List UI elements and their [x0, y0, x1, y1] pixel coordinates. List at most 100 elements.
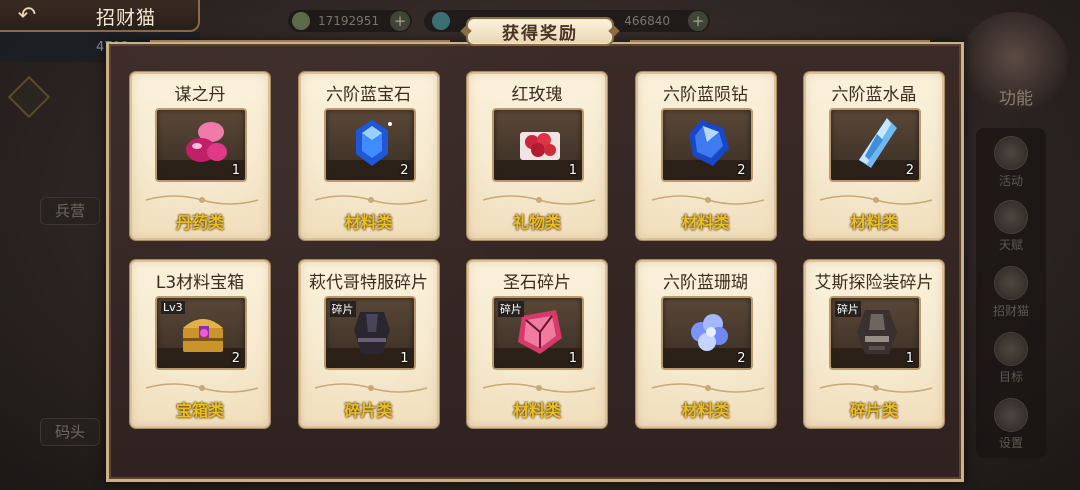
reward-category: 材料类 — [344, 213, 393, 232]
fragment-badge: Lv3 — [161, 301, 185, 314]
reward-name: 圣石碎片 — [503, 273, 571, 293]
ornament-divider-icon — [482, 383, 596, 393]
menu-item-label: 活动 — [998, 174, 1023, 188]
reward-item-slot[interactable]: 碎片 1 — [829, 296, 921, 370]
reward-name: 艾斯探险装碎片 — [814, 273, 934, 293]
reward-quantity: 1 — [400, 351, 409, 366]
reward-card[interactable]: L3材料宝箱 Lv3 2 宝箱类 — [130, 260, 270, 428]
red-rose-icon — [510, 114, 570, 172]
menu-item-label: 设置 — [998, 436, 1023, 450]
modal-title: 获得奖励 — [502, 24, 578, 44]
menu-item-lucky-cat[interactable]: 招财猫 — [982, 266, 1040, 319]
reward-category: 材料类 — [681, 213, 730, 232]
reward-quantity: 2 — [737, 351, 746, 366]
menu-item-activity[interactable]: 活动 — [982, 136, 1040, 189]
reward-item-slot[interactable]: 2 — [660, 296, 753, 370]
ornament-divider-icon — [651, 383, 764, 393]
back-button[interactable]: ↶ — [6, 2, 48, 28]
coral-icon — [679, 302, 739, 360]
ornament-divider-icon — [145, 383, 259, 393]
ornament-divider-icon — [482, 195, 596, 205]
reward-item-slot[interactable]: 1 — [155, 108, 247, 182]
reward-quantity: 2 — [231, 351, 240, 366]
reward-quantity: 2 — [737, 163, 746, 178]
fragment-badge: 碎片 — [329, 301, 356, 317]
reward-name: 六阶蓝宝石 — [326, 85, 411, 105]
title-divider-left — [150, 40, 450, 42]
reward-card[interactable]: 萩代哥特服碎片 碎片 1 碎片类 — [298, 260, 439, 428]
ornament-divider-icon — [819, 383, 933, 393]
reward-quantity: 1 — [905, 351, 914, 366]
reward-category: 材料类 — [849, 213, 898, 232]
menu-item-label: 目标 — [998, 370, 1023, 384]
reward-name: 红玫瑰 — [511, 85, 563, 105]
reward-quantity: 1 — [231, 163, 240, 178]
reward-name: 六阶蓝珊瑚 — [663, 273, 748, 293]
title-divider-right — [630, 40, 930, 42]
menu-item-label: 招财猫 — [992, 304, 1029, 318]
activity-icon — [994, 136, 1028, 170]
reward-category: 丹药类 — [175, 213, 224, 232]
function-label[interactable]: 功能 — [986, 84, 1046, 109]
menu-item-label: 天赋 — [998, 238, 1023, 252]
back-arrow-icon: ↶ — [17, 2, 37, 28]
ornament-divider-icon — [314, 195, 427, 205]
reward-card[interactable]: 谋之丹 1 丹药类 — [130, 72, 270, 240]
reward-card[interactable]: 六阶蓝水晶 2 材料类 — [804, 72, 944, 240]
left-menu-diamond-icon[interactable] — [7, 75, 51, 119]
reward-item-slot[interactable]: 2 — [829, 108, 921, 182]
ornament-divider-icon — [819, 195, 933, 205]
reward-category: 碎片类 — [344, 401, 393, 420]
gold-amount: 17192951 — [318, 14, 380, 28]
screen-title: 招财猫 — [96, 7, 157, 29]
reward-card[interactable]: 六阶蓝宝石 2 材料类 — [298, 72, 439, 240]
gear-icon — [994, 398, 1028, 432]
reward-quantity: 2 — [400, 163, 409, 178]
reward-name: 六阶蓝陨钻 — [663, 85, 748, 105]
add-gem-button[interactable]: + — [688, 11, 708, 31]
reward-item-slot[interactable]: 2 — [660, 108, 753, 182]
gold-coin-icon — [292, 12, 310, 30]
reward-name: 六阶蓝水晶 — [831, 85, 917, 105]
goal-icon — [994, 332, 1028, 366]
reward-category: 材料类 — [512, 401, 561, 420]
fragment-badge: 碎片 — [835, 301, 861, 317]
reward-quantity: 2 — [905, 163, 914, 178]
reward-name: 萩代哥特服碎片 — [309, 273, 428, 293]
menu-item-talent[interactable]: 天赋 — [982, 200, 1040, 253]
reward-name: 谋之丹 — [174, 85, 226, 105]
add-gold-button[interactable]: + — [390, 11, 410, 31]
reward-card[interactable]: 六阶蓝珊瑚 2 材料类 — [635, 260, 776, 428]
ornament-divider-icon — [651, 195, 764, 205]
barracks-button[interactable]: 兵营 — [40, 197, 101, 225]
ornament-divider-icon — [314, 383, 427, 393]
talent-icon — [994, 200, 1028, 234]
reward-card[interactable]: 红玫瑰 1 礼物类 — [467, 72, 607, 240]
reward-item-slot[interactable]: 1 — [492, 108, 584, 182]
reward-quantity: 1 — [568, 351, 577, 366]
reward-card[interactable]: 圣石碎片 碎片 1 材料类 — [467, 260, 607, 428]
reward-item-slot[interactable]: Lv3 2 — [155, 296, 247, 370]
reward-name: L3材料宝箱 — [155, 273, 245, 293]
dock-button[interactable]: 码头 — [40, 418, 101, 446]
gold-currency: 17192951 + — [288, 10, 412, 32]
reward-category: 礼物类 — [512, 213, 561, 232]
pill-icon — [173, 114, 233, 172]
reward-card[interactable]: 六阶蓝陨钻 2 材料类 — [635, 72, 776, 240]
menu-item-settings[interactable]: 设置 — [982, 398, 1040, 451]
ornament-divider-icon — [145, 195, 259, 205]
reward-category: 材料类 — [681, 401, 730, 420]
sapphire-icon — [342, 114, 402, 172]
reward-category: 宝箱类 — [175, 401, 224, 420]
reward-item-slot[interactable]: 碎片 1 — [492, 296, 584, 370]
reward-item-slot[interactable]: 碎片 1 — [323, 296, 416, 370]
gem-amount: 466840 — [624, 14, 670, 28]
reward-card[interactable]: 艾斯探险装碎片 碎片 1 碎片类 — [804, 260, 944, 428]
reward-item-slot[interactable]: 2 — [323, 108, 416, 182]
reward-quantity: 1 — [568, 163, 577, 178]
menu-item-goal[interactable]: 目标 — [982, 332, 1040, 385]
modal-title-plate: 获得奖励 — [466, 17, 614, 46]
crystal-icon — [847, 114, 907, 172]
meteor-diamond-icon — [679, 114, 739, 172]
fragment-badge: 碎片 — [498, 301, 524, 317]
